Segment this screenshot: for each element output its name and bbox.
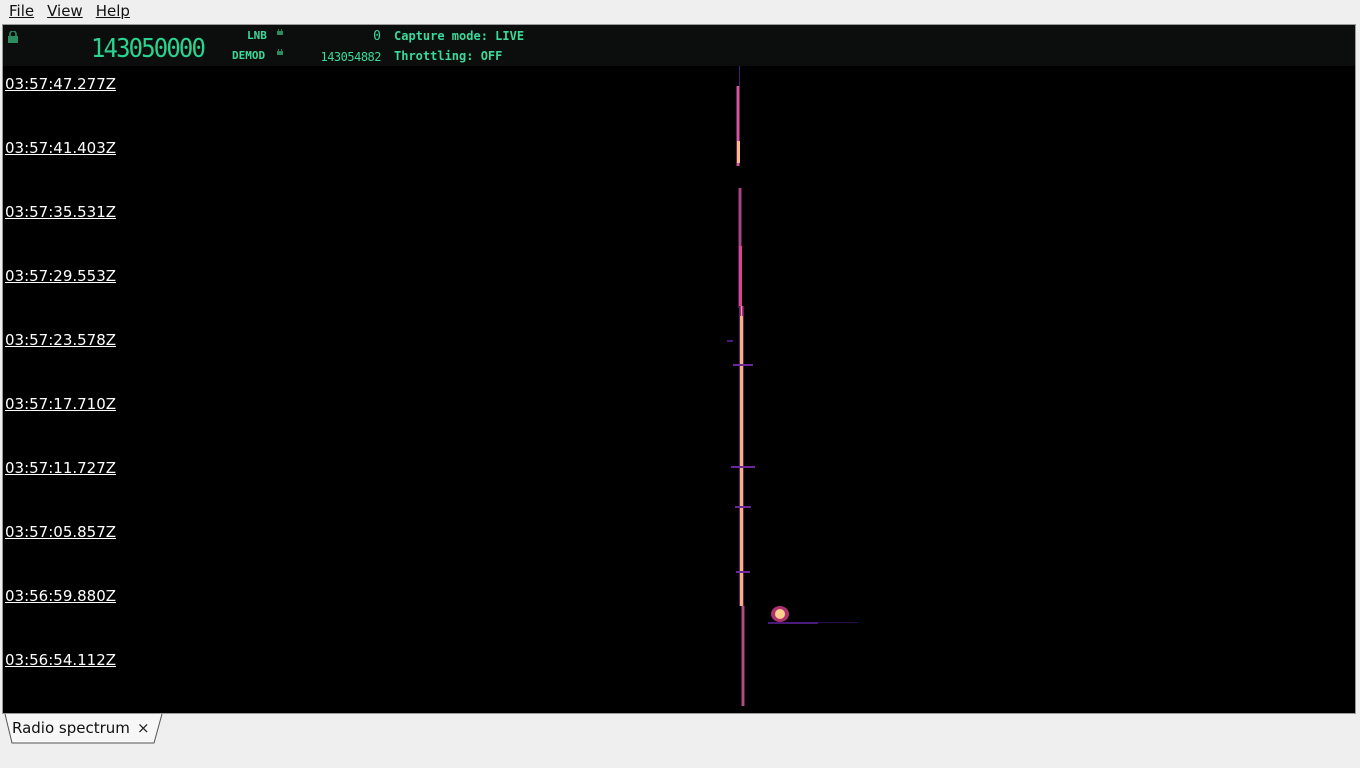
timestamp: 03:57:05.857Z bbox=[5, 523, 117, 541]
menu-help-label: Help bbox=[95, 2, 130, 20]
close-icon[interactable]: × bbox=[137, 719, 150, 737]
lnb-lock-icon[interactable] bbox=[277, 29, 283, 35]
timestamp: 03:57:35.531Z bbox=[5, 203, 117, 221]
waterfall-display[interactable]: 03:57:47.277Z 03:57:41.403Z 03:57:35.531… bbox=[3, 66, 1355, 713]
frequency-header: 143050000 LNB 0 DEMOD 143054882 Capture … bbox=[3, 25, 1355, 66]
menu-bar: File View Help bbox=[0, 0, 1360, 22]
menu-file-label: File bbox=[9, 2, 35, 20]
menu-view-label: View bbox=[47, 2, 83, 20]
main-frequency[interactable]: 143050000 bbox=[91, 34, 206, 64]
tab-bar: Radio spectrum × bbox=[0, 714, 1360, 768]
spectrum-view: 143050000 LNB 0 DEMOD 143054882 Capture … bbox=[2, 24, 1356, 714]
lnb-value[interactable]: 0 bbox=[293, 29, 381, 44]
demod-value[interactable]: 143054882 bbox=[293, 50, 381, 64]
demod-label: DEMOD bbox=[232, 49, 266, 62]
timestamp: 03:57:23.578Z bbox=[5, 331, 117, 349]
timestamp: 03:57:47.277Z bbox=[5, 75, 117, 93]
menu-file[interactable]: File bbox=[5, 2, 38, 20]
tab-radio-spectrum[interactable]: Radio spectrum × bbox=[4, 714, 163, 744]
menu-view[interactable]: View bbox=[43, 2, 87, 20]
throttling-status: Throttling: OFF bbox=[394, 49, 503, 63]
timestamp: 03:57:41.403Z bbox=[5, 139, 117, 157]
waterfall-signals bbox=[727, 66, 858, 706]
lock-icon[interactable] bbox=[7, 31, 19, 43]
lnb-label: LNB bbox=[247, 29, 267, 42]
tab-label: Radio spectrum bbox=[12, 719, 130, 737]
menu-help[interactable]: Help bbox=[92, 2, 134, 20]
signal-trace bbox=[727, 66, 858, 706]
timestamp: 03:57:29.553Z bbox=[5, 267, 117, 285]
timestamp: 03:56:59.880Z bbox=[5, 587, 117, 605]
demod-lock-icon[interactable] bbox=[277, 49, 283, 55]
capture-mode: Capture mode: LIVE bbox=[394, 29, 525, 43]
timestamp: 03:57:17.710Z bbox=[5, 395, 117, 413]
timestamp: 03:56:54.112Z bbox=[5, 651, 117, 669]
timestamp: 03:57:11.727Z bbox=[5, 459, 117, 477]
